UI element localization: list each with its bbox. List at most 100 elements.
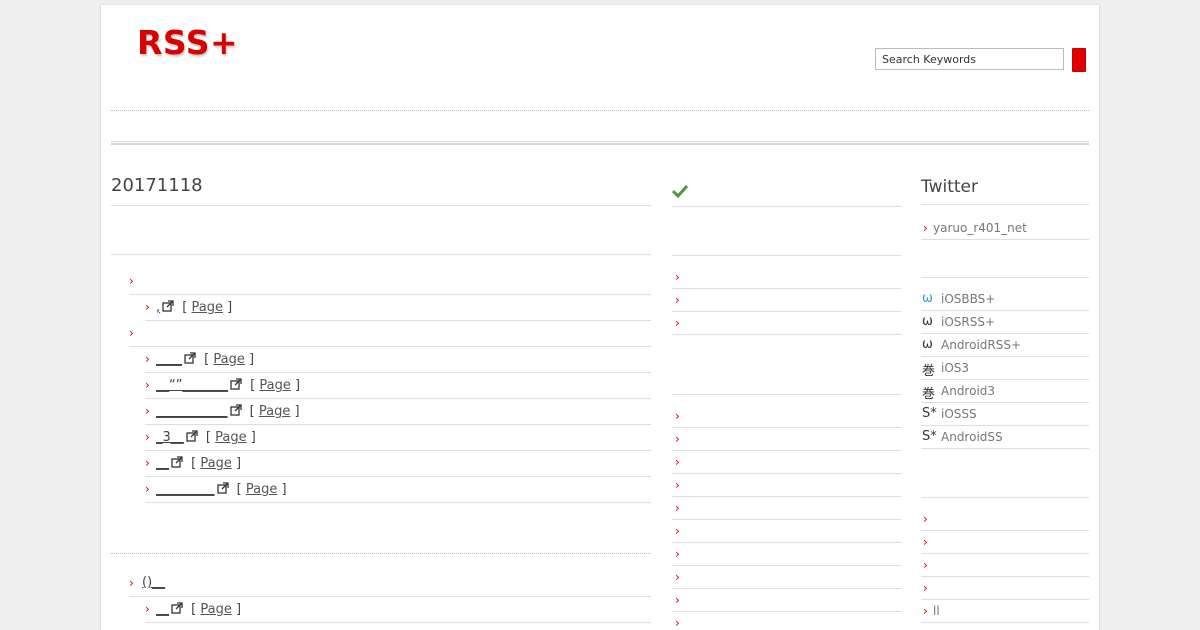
sidebar-link[interactable]: ›: [921, 577, 1089, 600]
chevron-right-icon: ›: [145, 482, 150, 496]
article-row[interactable]: › ____ [ Page ]: [145, 347, 651, 373]
omega-icon: ω: [922, 314, 933, 329]
external-link-icon[interactable]: [171, 602, 183, 614]
list-item[interactable]: ›: [672, 312, 901, 335]
chevron-right-icon: ›: [145, 352, 150, 366]
chevron-right-icon: ›: [675, 593, 680, 607]
chevron-right-icon: ›: [675, 409, 680, 423]
external-link-icon[interactable]: [229, 404, 242, 416]
article-link[interactable]: ____: [156, 352, 182, 367]
article-row[interactable]: › _3__ [ Page ]: [145, 425, 651, 451]
chevron-right-icon: ›: [675, 432, 680, 446]
page-link[interactable]: Page: [246, 482, 277, 497]
page-link[interactable]: Page: [259, 378, 290, 393]
sidebar-link[interactable]: ›: [921, 531, 1089, 554]
category-link[interactable]: ()__: [142, 575, 165, 590]
twitter-account-link[interactable]: › yaruo_r401_net: [921, 217, 1089, 240]
post-meta-area: [111, 206, 651, 255]
app-link-iosrss[interactable]: ω iOSRSS+: [921, 311, 1089, 334]
list-item[interactable]: ›: [672, 266, 901, 289]
page-link[interactable]: Page: [215, 430, 246, 445]
sidebar-link[interactable]: ›: [921, 554, 1089, 577]
article-link[interactable]: _3__: [156, 430, 184, 445]
article-link[interactable]: __: [156, 456, 169, 471]
external-link-icon[interactable]: [184, 352, 196, 364]
external-link-icon[interactable]: [186, 430, 198, 442]
article-link[interactable]: __“”_______: [156, 378, 228, 393]
chevron-right-icon: ›: [675, 570, 680, 584]
list-item[interactable]: ›: [672, 566, 901, 589]
chevron-right-icon: ›: [923, 221, 928, 235]
external-link-icon[interactable]: [171, 456, 183, 468]
list-item[interactable]: ›: [672, 520, 901, 543]
s-star-icon: S*: [922, 406, 937, 421]
search-button[interactable]: [1072, 48, 1086, 72]
chevron-right-icon: ›: [145, 378, 150, 392]
chevron-right-icon: ›: [145, 456, 150, 470]
omega-icon: ω: [922, 337, 933, 352]
page-link[interactable]: Page: [213, 352, 244, 367]
list-item[interactable]: ›: [672, 289, 901, 312]
category-row[interactable]: › ()__: [129, 571, 651, 597]
external-link-icon[interactable]: [216, 482, 229, 494]
article-link[interactable]: ___________: [156, 404, 228, 419]
chevron-right-icon: ›: [145, 602, 150, 616]
chevron-right-icon: ›: [675, 293, 680, 307]
site-logo[interactable]: RSS+: [137, 23, 238, 62]
page-link[interactable]: Page: [192, 300, 223, 315]
app-link-iosbbs[interactable]: ω iOSBBS+: [921, 288, 1089, 311]
chevron-right-icon: ›: [145, 404, 150, 418]
app-link-android3[interactable]: 巻 Android3: [921, 380, 1089, 403]
list-item[interactable]: ›: [672, 612, 901, 630]
page-link[interactable]: Page: [200, 456, 231, 471]
article-row[interactable]: › __“”_______ [ Page ]: [145, 373, 651, 399]
article-row[interactable]: › __ [ Page ]: [145, 451, 651, 477]
chevron-right-icon: ›: [923, 558, 928, 572]
app-link-iosss[interactable]: S* iOSSS: [921, 403, 1089, 426]
page-link[interactable]: Page: [259, 404, 290, 419]
chevron-right-icon: ›: [675, 316, 680, 330]
search-input[interactable]: [875, 48, 1064, 70]
chevron-right-icon: ›: [675, 524, 680, 538]
check-header: [672, 177, 901, 207]
list-item[interactable]: ›: [672, 589, 901, 612]
list-item[interactable]: ›: [672, 474, 901, 497]
external-link-icon[interactable]: [162, 300, 174, 312]
check-icon: [672, 184, 688, 198]
chevron-right-icon: ›: [129, 274, 134, 288]
article-row[interactable]: › __ [ Page ]: [145, 597, 651, 623]
bracket: [ Page ]: [182, 300, 233, 315]
chevron-right-icon: ›: [923, 604, 928, 618]
chevron-right-icon: ›: [145, 300, 150, 314]
list-item[interactable]: ›: [672, 543, 901, 566]
list-item[interactable]: ›: [672, 497, 901, 520]
list-item[interactable]: ›: [672, 451, 901, 474]
article-link[interactable]: _________: [156, 482, 215, 497]
s-star-icon: S*: [922, 429, 937, 444]
page-link[interactable]: Page: [200, 602, 231, 617]
sidebar-link[interactable]: › ll: [921, 600, 1089, 623]
page-container: RSS+ 20171118 › › , [ Page ] › ›: [100, 4, 1100, 630]
article-row[interactable]: › ___________ [ Page ]: [145, 399, 651, 425]
app-link-androidrss[interactable]: ω AndroidRSS+: [921, 334, 1089, 357]
sidebar-link[interactable]: ›: [921, 508, 1089, 531]
article-link[interactable]: __: [156, 602, 169, 617]
chevron-right-icon: ›: [923, 512, 928, 526]
app-link-androidss[interactable]: S* AndroidSS: [921, 426, 1089, 449]
main-column: 20171118 › › , [ Page ] › › ____ [ Page …: [111, 175, 651, 623]
chevron-right-icon: ›: [675, 547, 680, 561]
omega-icon: ω: [922, 291, 933, 306]
app-link-ios3[interactable]: 巻 iOS3: [921, 357, 1089, 380]
category-row[interactable]: ›: [129, 269, 651, 295]
external-link-icon[interactable]: [230, 378, 242, 390]
list-item[interactable]: ›: [672, 405, 901, 428]
list-item[interactable]: ›: [672, 428, 901, 451]
category-row[interactable]: ›: [129, 321, 651, 347]
post-divider: [111, 553, 651, 571]
article-row[interactable]: › _________ [ Page ]: [145, 477, 651, 503]
chevron-right-icon: ›: [923, 535, 928, 549]
nav-bar-divider: [111, 141, 1089, 145]
article-row[interactable]: › , [ Page ]: [145, 295, 651, 321]
post-title: 20171118: [111, 175, 651, 206]
middle-column: › › › › › › › › › › › › ›: [672, 177, 901, 630]
